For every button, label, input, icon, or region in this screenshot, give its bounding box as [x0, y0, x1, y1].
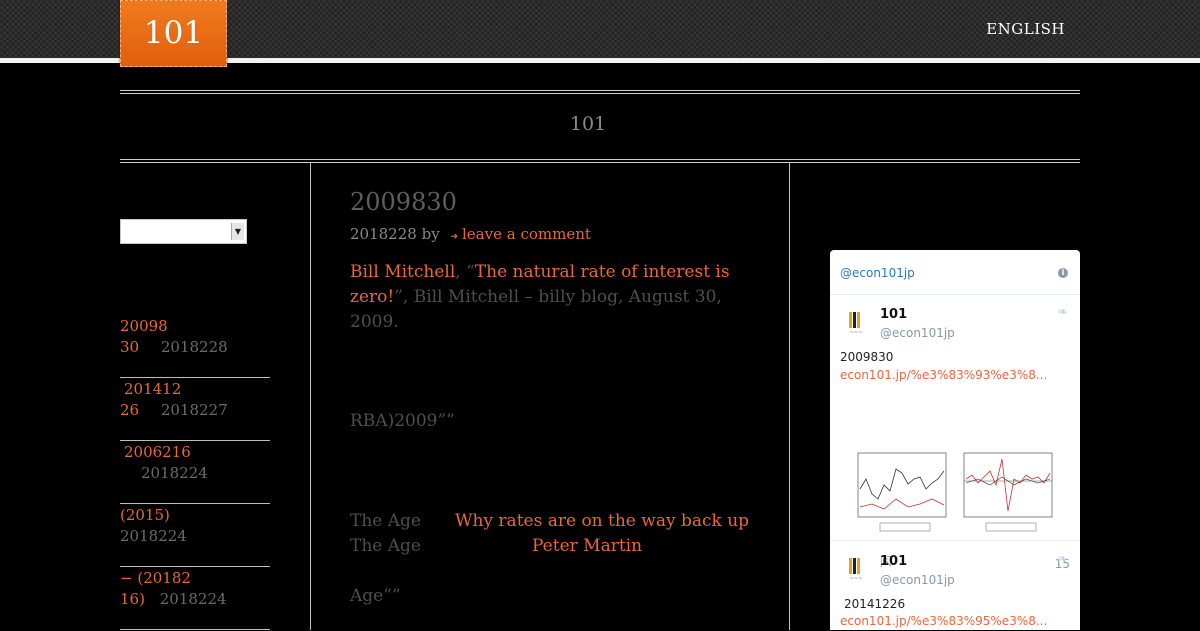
tweet-author-handle[interactable]: @econ101jp: [880, 326, 955, 340]
recent-post-date: 2018228: [160, 338, 228, 356]
recent-post-link[interactable]: − (20182: [120, 569, 191, 587]
recent-post-item[interactable]: 201412 26 2018227: [120, 379, 270, 441]
recent-post-date: 2018224: [120, 527, 187, 545]
recent-post-date: 2018227: [160, 401, 228, 419]
twitter-header-handle[interactable]: @econ101jp: [840, 266, 915, 280]
twitter-bird-icon[interactable]: ❧: [1057, 552, 1068, 567]
twitter-widget-header: @econ101jp i: [830, 250, 1080, 295]
quote-open: , “: [455, 262, 475, 282]
site-logo[interactable]: 101: [120, 0, 227, 67]
tweet-link[interactable]: econ101.jp/%e3%83%95%e3%8...: [840, 614, 1055, 628]
post-paragraph-2: RBA)2009””: [350, 411, 455, 431]
site-title[interactable]: 101: [120, 113, 1056, 135]
recent-post-date: 2018224: [141, 464, 208, 482]
tweet-author-handle[interactable]: @econ101jp: [880, 573, 955, 587]
title-divider-top: [120, 90, 1080, 91]
tweet-image[interactable]: [840, 443, 1068, 538]
recent-post-link[interactable]: 20098: [120, 317, 168, 335]
author-link[interactable]: Bill Mitchell: [350, 262, 455, 282]
tweet[interactable]: ~~~ 101 @econ101jp ❧ 20141226 econ101.jp…: [830, 541, 1080, 630]
recent-post-link-cont[interactable]: 16): [120, 590, 145, 608]
tweet-text: 20141226: [844, 597, 906, 611]
post-paragraph-4: Age””: [350, 586, 401, 606]
avatar-caption: ~~~: [849, 576, 863, 582]
tweet-author-name[interactable]: 101: [880, 554, 907, 569]
column-divider-right: [789, 163, 790, 630]
recent-post-item[interactable]: 20098 30 2018228: [120, 316, 270, 378]
recent-post-item[interactable]: (2015) 2018224: [120, 505, 270, 567]
title-divider-bottom-2: [120, 162, 1080, 163]
tweet-text: 2009830: [840, 350, 894, 364]
twitter-bird-icon[interactable]: ❧: [1057, 305, 1068, 320]
avatar[interactable]: ~~~: [841, 308, 871, 338]
dropdown-arrow-icon[interactable]: ▼: [231, 223, 244, 240]
recent-post-date: 2018224: [159, 590, 227, 608]
leave-comment-link[interactable]: leave a comment: [462, 225, 591, 243]
citation-text: ”, Bill Mitchell – billy blog, August 30…: [350, 287, 722, 332]
tweet-image-chart-1: [857, 452, 947, 532]
twitter-timeline-widget: @econ101jp i ~~~ 101 @econ101jp ❧ 200983…: [830, 250, 1080, 630]
avatar-caption: ~~~: [849, 330, 863, 336]
recent-post-link[interactable]: 201412: [124, 380, 181, 398]
tweet-author-name[interactable]: 101: [880, 307, 907, 322]
recent-post-item[interactable]: − (20182 16) 2018224: [120, 568, 270, 630]
avatar[interactable]: ~~~: [841, 554, 871, 584]
title-divider-top-2: [120, 93, 1080, 94]
recent-posts-list: 20098 30 2018228 201412 26 2018227 20062…: [120, 316, 270, 631]
tweet-image-chart-2: [963, 452, 1053, 532]
recent-post-link-cont[interactable]: 30: [120, 338, 139, 356]
recent-post-link[interactable]: 2006216: [124, 443, 191, 461]
title-divider-bottom: [120, 159, 1080, 160]
post-by: by: [421, 225, 440, 243]
source-article-link[interactable]: Why rates are on the way back up: [455, 511, 749, 531]
post-title[interactable]: 2009830: [350, 188, 457, 216]
tweet[interactable]: ~~~ 101 @econ101jp ❧ 2009830 econ101.jp/…: [830, 295, 1080, 573]
source-author-link[interactable]: Peter Martin: [532, 536, 642, 556]
recent-post-item[interactable]: 2006216 2018224: [120, 442, 270, 504]
language-link[interactable]: ENGLISH: [986, 20, 1065, 38]
column-divider-left: [310, 163, 311, 630]
tweet-link[interactable]: econ101.jp/%e3%83%93%e3%8...: [840, 368, 1055, 382]
post-date: 2018228: [350, 225, 417, 243]
category-select[interactable]: ▼: [120, 219, 247, 244]
post-meta: 2018228 by ➜ leave a comment: [350, 225, 591, 243]
source-label-1: The Age: [350, 511, 421, 531]
pin-icon: ➜: [450, 232, 458, 242]
post-paragraph-1: Bill Mitchell, “The natural rate of inte…: [350, 260, 730, 335]
recent-post-link-cont[interactable]: 26: [120, 401, 139, 419]
info-icon[interactable]: i: [1058, 268, 1068, 278]
source-label-2: The Age: [350, 536, 421, 556]
recent-post-link[interactable]: (2015): [120, 506, 170, 524]
